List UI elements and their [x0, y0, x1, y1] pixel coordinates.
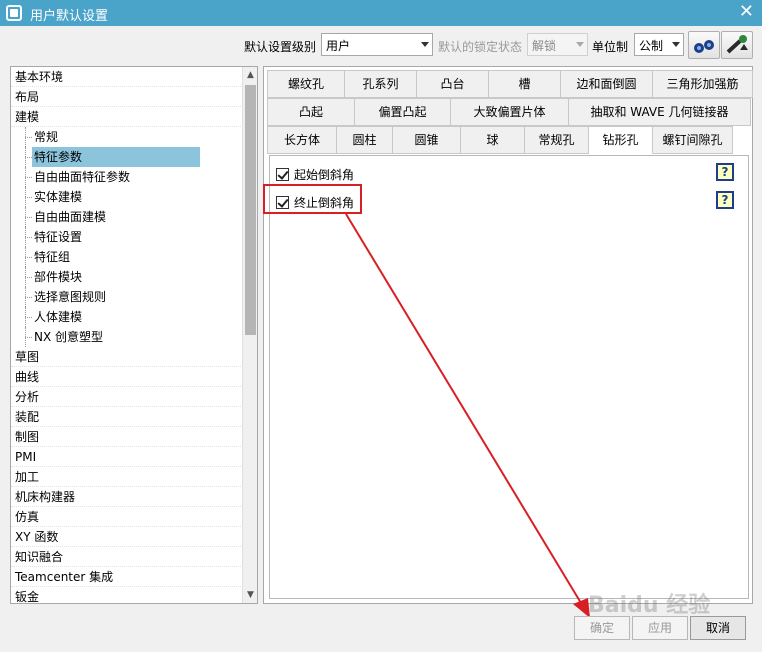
apply-button[interactable]: 应用: [632, 616, 688, 640]
cancel-button[interactable]: 取消: [690, 616, 746, 640]
ok-button[interactable]: 确定: [574, 616, 630, 640]
annotation-arrow: [345, 213, 590, 618]
